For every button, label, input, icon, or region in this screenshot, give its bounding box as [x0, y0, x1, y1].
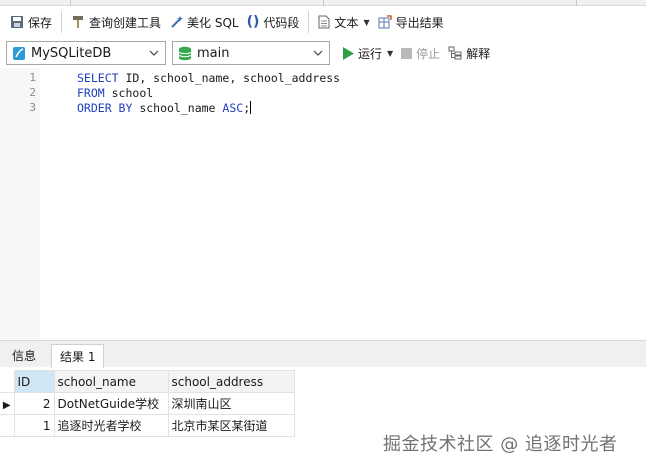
row-indicator-header: [0, 370, 14, 393]
column-header-id[interactable]: ID: [13, 370, 55, 393]
cell-school-name[interactable]: DotNetGuide学校: [53, 392, 169, 415]
explain-button[interactable]: 解释: [444, 41, 494, 65]
watermark-text: 掘金技术社区 @ 追逐时光者: [383, 434, 618, 455]
sql-text: school_name: [132, 101, 223, 115]
sqlite-feather-icon: [13, 46, 25, 60]
beautify-sql-label: 美化 SQL: [187, 15, 239, 30]
cell-id[interactable]: 1: [13, 414, 55, 437]
sql-keyword: ASC: [222, 101, 244, 115]
code-line-2: FROM school: [77, 86, 153, 100]
main-toolbar: 保存 查询创建工具 美化 SQL () 代码段 文本 ▼ 导出结果: [0, 8, 646, 36]
code-snippet-button[interactable]: () 代码段: [243, 10, 304, 34]
table-header-row: ID school_name school_address: [0, 370, 295, 393]
magic-wand-icon: [171, 16, 184, 28]
code-snippet-label: 代码段: [263, 15, 300, 30]
toolbar-separator: [308, 11, 310, 33]
line-number-gutter: 1 2 3: [0, 68, 40, 340]
stop-button[interactable]: 停止: [397, 41, 444, 65]
stop-label: 停止: [416, 46, 441, 61]
sql-editor[interactable]: 1 2 3 SELECT ID, school_name, school_add…: [0, 68, 646, 340]
sql-text: ID, school_name, school_address: [118, 71, 341, 85]
connection-toolbar: MySQLiteDB main 运行 ▼ 停止 解释: [0, 40, 646, 66]
document-icon: [318, 15, 330, 29]
database-select[interactable]: main: [172, 41, 330, 65]
cell-school-name[interactable]: 追逐时光者学校: [53, 414, 169, 437]
save-button[interactable]: 保存: [6, 10, 56, 34]
explain-label: 解释: [466, 46, 491, 61]
line-number: 1: [29, 71, 36, 84]
sql-text: ;: [243, 101, 251, 115]
row-indicator: [0, 414, 15, 437]
tab-result-1[interactable]: 结果 1: [51, 344, 105, 368]
column-header-school-address[interactable]: school_address: [167, 370, 295, 393]
line-number: 3: [29, 101, 36, 114]
table-row[interactable]: ▶ 2 DotNetGuide学校 深圳南山区: [0, 392, 295, 415]
sql-keyword: SELECT: [77, 71, 119, 85]
chevron-down-icon: [313, 50, 323, 56]
cell-school-address[interactable]: 北京市某区某街道: [167, 414, 295, 437]
chevron-down-icon: ▼: [363, 17, 370, 27]
text-cursor: [250, 101, 252, 114]
run-label: 运行: [358, 46, 383, 61]
parentheses-icon: (): [246, 14, 260, 30]
line-number: 2: [29, 86, 36, 99]
hammer-icon: [73, 16, 84, 28]
chevron-down-icon: [149, 50, 159, 56]
export-results-label: 导出结果: [395, 15, 444, 30]
cell-id[interactable]: 2: [13, 392, 55, 415]
column-header-school-name[interactable]: school_name: [53, 370, 169, 393]
export-results-button[interactable]: 导出结果: [374, 10, 448, 34]
chevron-down-icon: ▼: [387, 48, 394, 58]
current-row-icon: ▶: [0, 392, 15, 415]
query-builder-button[interactable]: 查询创建工具: [67, 10, 165, 34]
database-name: main: [197, 45, 230, 61]
export-grid-icon: [378, 15, 392, 29]
text-mode-button[interactable]: 文本 ▼: [314, 10, 373, 34]
sql-keyword: FROM: [77, 86, 105, 100]
connection-name: MySQLiteDB: [31, 45, 112, 61]
window-top-strip: [0, 0, 646, 6]
sql-keyword: ORDER BY: [77, 101, 133, 115]
play-icon: [343, 46, 354, 60]
code-line-3: ORDER BY school_name ASC;: [77, 101, 252, 115]
sql-text: school: [104, 86, 154, 100]
result-tabs-bar: 信息 结果 1: [0, 340, 646, 368]
query-builder-label: 查询创建工具: [89, 15, 162, 30]
code-line-1: SELECT ID, school_name, school_address: [77, 71, 340, 85]
text-mode-label: 文本: [334, 15, 359, 30]
save-label: 保存: [28, 15, 53, 30]
beautify-sql-button[interactable]: 美化 SQL: [165, 10, 243, 34]
connection-select[interactable]: MySQLiteDB: [6, 41, 166, 65]
stop-icon: [401, 47, 413, 59]
cell-school-address[interactable]: 深圳南山区: [167, 392, 295, 415]
result-table: ID school_name school_address ▶ 2 DotNet…: [0, 370, 295, 437]
tab-info[interactable]: 信息: [4, 344, 44, 368]
save-icon: [11, 16, 23, 28]
explain-plan-icon: [448, 46, 462, 60]
table-row[interactable]: 1 追逐时光者学校 北京市某区某街道: [0, 414, 295, 437]
toolbar-separator: [61, 11, 63, 33]
run-button[interactable]: 运行 ▼: [338, 41, 397, 65]
database-icon: [178, 46, 192, 60]
